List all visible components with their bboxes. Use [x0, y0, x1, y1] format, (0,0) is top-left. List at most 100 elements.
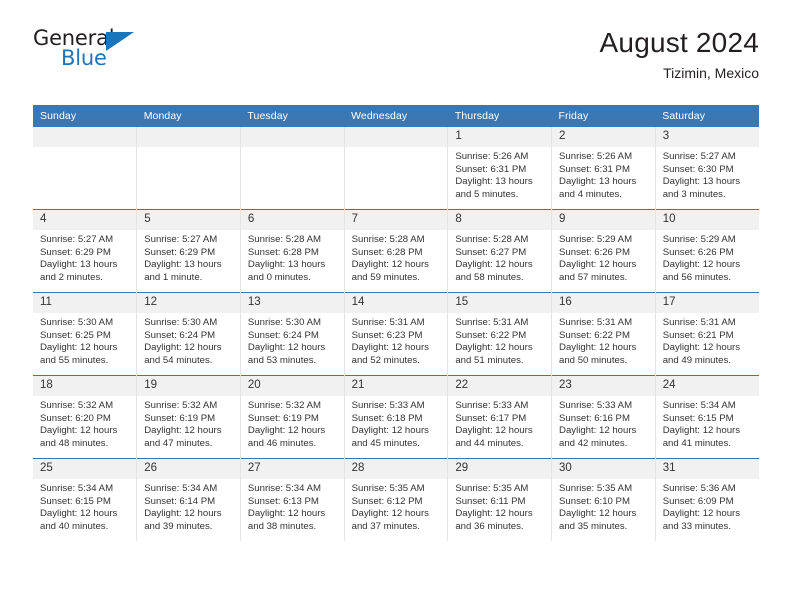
daylight-text-line1: Daylight: 12 hours	[455, 508, 533, 520]
sunset-text: Sunset: 6:29 PM	[40, 246, 111, 258]
day-number: 8	[448, 210, 552, 230]
daylight-text-line2: and 40 minutes.	[40, 520, 109, 532]
sunrise-text: Sunrise: 5:33 AM	[559, 400, 633, 411]
calendar-day-cell[interactable]: 8 Sunrise: 5:28 AM Sunset: 6:27 PM Daylight…	[447, 209, 553, 293]
general-blue-logo[interactable]: General Blue	[33, 26, 143, 74]
daylight-text-line2: and 59 minutes.	[351, 271, 420, 283]
page-header: General Blue August 2024 Tizimin, Mexico	[0, 26, 792, 96]
calendar-day-cell[interactable]: 23 Sunrise: 5:33 AM Sunset: 6:16 PM Dayligh…	[551, 375, 656, 459]
daylight-text-line1: Daylight: 12 hours	[351, 508, 429, 520]
calendar-day-cell[interactable]: 28 Sunrise: 5:35 AM Sunset: 6:12 PM Dayligh…	[344, 458, 449, 541]
day-details: Sunrise: 5:31 AM Sunset: 6:21 PM Daylight:…	[656, 313, 759, 367]
daylight-text-line2: and 3 minutes.	[662, 188, 726, 200]
day-number: 16	[552, 293, 655, 313]
day-details: Sunrise: 5:31 AM Sunset: 6:23 PM Daylight:…	[345, 313, 448, 367]
calendar-day-cell[interactable]: 14 Sunrise: 5:31 AM Sunset: 6:23 PM Dayligh…	[344, 292, 449, 376]
calendar-day-cell[interactable]: 30 Sunrise: 5:35 AM Sunset: 6:10 PM Dayligh…	[551, 458, 656, 541]
day-details: Sunrise: 5:33 AM Sunset: 6:17 PM Daylight:…	[448, 396, 551, 450]
calendar-day-cell-empty	[240, 127, 345, 210]
calendar-day-cell[interactable]: 18 Sunrise: 5:32 AM Sunset: 6:20 PM Dayligh…	[33, 375, 138, 459]
sunrise-text: Sunrise: 5:29 AM	[559, 234, 633, 245]
calendar-day-cell[interactable]: 24 Sunrise: 5:34 AM Sunset: 6:15 PM Dayligh…	[655, 375, 759, 459]
daylight-text-line2: and 35 minutes.	[559, 520, 628, 532]
daylight-text-line1: Daylight: 12 hours	[662, 342, 741, 354]
calendar-day-cell[interactable]: 2 Sunrise: 5:26 AM Sunset: 6:31 PM Daylight…	[551, 127, 656, 210]
sunrise-text: Sunrise: 5:33 AM	[351, 400, 425, 411]
calendar-day-cell[interactable]: 17 Sunrise: 5:31 AM Sunset: 6:21 PM Dayligh…	[655, 292, 759, 376]
daylight-text-line2: and 38 minutes.	[247, 520, 317, 532]
daylight-text-line2: and 49 minutes.	[662, 354, 731, 366]
sunset-text: Sunset: 6:28 PM	[247, 246, 319, 258]
sunset-text: Sunset: 6:25 PM	[40, 329, 111, 341]
calendar-day-cell[interactable]: 6 Sunrise: 5:28 AM Sunset: 6:28 PM Daylight…	[240, 209, 345, 293]
calendar-day-cell[interactable]: 25 Sunrise: 5:34 AM Sunset: 6:15 PM Dayligh…	[33, 458, 138, 541]
daylight-text-line1: Daylight: 12 hours	[662, 259, 741, 271]
day-details: Sunrise: 5:36 AM Sunset: 6:09 PM Daylight:…	[656, 479, 759, 533]
sunrise-text: Sunrise: 5:28 AM	[247, 234, 321, 245]
calendar-day-cell[interactable]: 4 Sunrise: 5:27 AM Sunset: 6:29 PM Daylight…	[33, 209, 138, 293]
sunrise-text: Sunrise: 5:27 AM	[40, 234, 114, 245]
daylight-text-line2: and 42 minutes.	[559, 437, 628, 449]
day-number: 25	[33, 459, 137, 479]
sunrise-text: Sunrise: 5:35 AM	[351, 483, 425, 494]
sunrise-text: Sunrise: 5:32 AM	[247, 400, 321, 411]
day-details: Sunrise: 5:26 AM Sunset: 6:31 PM Daylight:…	[552, 147, 655, 201]
sunrise-text: Sunrise: 5:31 AM	[455, 317, 529, 328]
day-details: Sunrise: 5:27 AM Sunset: 6:29 PM Daylight:…	[137, 230, 240, 284]
daylight-text-line2: and 53 minutes.	[247, 354, 317, 366]
sunset-text: Sunset: 6:26 PM	[559, 246, 630, 258]
day-details: Sunrise: 5:29 AM Sunset: 6:26 PM Daylight:…	[552, 230, 655, 284]
calendar-day-cell[interactable]: 31 Sunrise: 5:36 AM Sunset: 6:09 PM Dayligh…	[655, 458, 759, 541]
daylight-text-line2: and 36 minutes.	[455, 520, 524, 532]
sunrise-text: Sunrise: 5:34 AM	[247, 483, 321, 494]
calendar-day-cell[interactable]: 22 Sunrise: 5:33 AM Sunset: 6:17 PM Dayligh…	[447, 375, 553, 459]
day-number: 24	[655, 376, 759, 396]
calendar-header-row-group: Sunday Monday Tuesday Wednesday Thursday…	[33, 105, 759, 127]
calendar-day-cell[interactable]: 5 Sunrise: 5:27 AM Sunset: 6:29 PM Daylight…	[136, 209, 241, 293]
daylight-text-line1: Daylight: 12 hours	[662, 508, 741, 520]
day-details: Sunrise: 5:27 AM Sunset: 6:30 PM Daylight:…	[656, 147, 759, 201]
day-number: 7	[344, 210, 448, 230]
calendar-day-cell[interactable]: 20 Sunrise: 5:32 AM Sunset: 6:19 PM Dayligh…	[240, 375, 345, 459]
calendar-day-cell[interactable]: 3 Sunrise: 5:27 AM Sunset: 6:30 PM Daylight…	[655, 127, 759, 210]
daylight-text-line2: and 48 minutes.	[40, 437, 109, 449]
day-number: 3	[655, 127, 759, 147]
calendar-day-cell[interactable]: 15 Sunrise: 5:31 AM Sunset: 6:22 PM Dayligh…	[447, 292, 553, 376]
day-number: 22	[448, 376, 552, 396]
calendar-day-cell[interactable]: 12 Sunrise: 5:30 AM Sunset: 6:24 PM Dayligh…	[136, 292, 241, 376]
calendar-day-cell[interactable]: 1 Sunrise: 5:26 AM Sunset: 6:31 PM Daylight…	[447, 127, 553, 210]
weekday-header-sunday: Sunday	[33, 105, 137, 127]
day-number: 10	[655, 210, 759, 230]
calendar-day-cell[interactable]: 13 Sunrise: 5:30 AM Sunset: 6:24 PM Dayligh…	[240, 292, 345, 376]
sunset-text: Sunset: 6:30 PM	[662, 163, 734, 175]
calendar-day-cell[interactable]: 21 Sunrise: 5:33 AM Sunset: 6:18 PM Dayligh…	[344, 375, 449, 459]
calendar-day-cell[interactable]: 9 Sunrise: 5:29 AM Sunset: 6:26 PM Daylight…	[551, 209, 656, 293]
calendar-day-cell[interactable]: 19 Sunrise: 5:32 AM Sunset: 6:19 PM Dayligh…	[136, 375, 241, 459]
day-details: Sunrise: 5:33 AM Sunset: 6:18 PM Daylight:…	[345, 396, 448, 450]
calendar-day-cell[interactable]: 27 Sunrise: 5:34 AM Sunset: 6:13 PM Dayligh…	[240, 458, 345, 541]
day-number: 1	[448, 127, 552, 147]
daylight-text-line1: Daylight: 12 hours	[144, 425, 222, 437]
daylight-text-line2: and 4 minutes.	[559, 188, 622, 200]
daylight-text-line1: Daylight: 12 hours	[247, 342, 326, 354]
day-number: 18	[33, 376, 137, 396]
calendar-day-cell[interactable]: 10 Sunrise: 5:29 AM Sunset: 6:26 PM Dayligh…	[655, 209, 759, 293]
day-details: Sunrise: 5:34 AM Sunset: 6:15 PM Daylight:…	[33, 479, 136, 533]
day-number: 2	[552, 127, 655, 147]
daylight-text-line2: and 46 minutes.	[247, 437, 317, 449]
calendar-week-row: 25 Sunrise: 5:34 AM Sunset: 6:15 PM Dayligh…	[33, 458, 759, 541]
calendar-day-cell[interactable]: 11 Sunrise: 5:30 AM Sunset: 6:25 PM Dayligh…	[33, 292, 138, 376]
sunset-text: Sunset: 6:16 PM	[559, 412, 630, 424]
sunset-text: Sunset: 6:10 PM	[559, 495, 630, 507]
daylight-text-line2: and 51 minutes.	[455, 354, 524, 366]
daylight-text-line2: and 45 minutes.	[351, 437, 420, 449]
sunset-text: Sunset: 6:28 PM	[351, 246, 423, 258]
sunrise-text: Sunrise: 5:31 AM	[559, 317, 633, 328]
day-details: Sunrise: 5:32 AM Sunset: 6:20 PM Daylight:…	[33, 396, 136, 450]
calendar-day-cell[interactable]: 16 Sunrise: 5:31 AM Sunset: 6:22 PM Dayligh…	[551, 292, 656, 376]
calendar-day-cell[interactable]: 29 Sunrise: 5:35 AM Sunset: 6:11 PM Dayligh…	[447, 458, 553, 541]
daylight-text-line2: and 58 minutes.	[455, 271, 524, 283]
calendar-day-cell[interactable]: 7 Sunrise: 5:28 AM Sunset: 6:28 PM Daylight…	[344, 209, 449, 293]
calendar-day-cell[interactable]: 26 Sunrise: 5:34 AM Sunset: 6:14 PM Dayligh…	[136, 458, 241, 541]
day-number: 14	[344, 293, 448, 313]
